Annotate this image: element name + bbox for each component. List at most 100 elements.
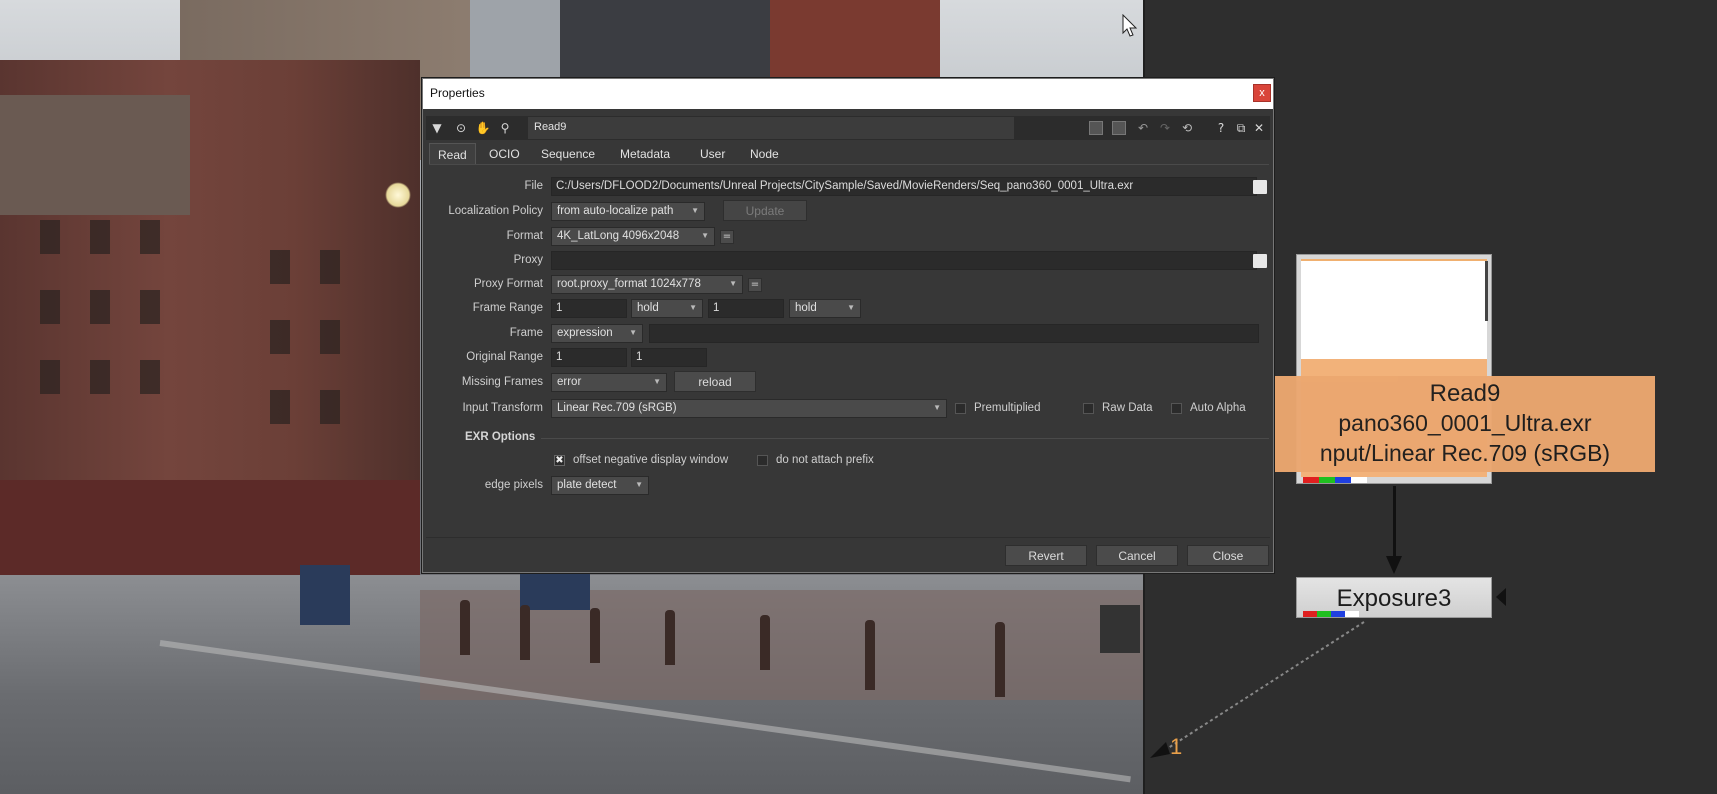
close-panel-icon[interactable]: ✕ bbox=[1250, 118, 1268, 138]
node-connection-edge[interactable] bbox=[1393, 486, 1396, 564]
tab-read[interactable]: Read bbox=[429, 143, 476, 165]
proxy-format-dropdown[interactable]: root.proxy_format 1024x778 ▼ bbox=[551, 275, 743, 294]
center-icon[interactable]: ⊙ bbox=[452, 118, 470, 138]
dropdown-arrow-icon: ▼ bbox=[635, 480, 643, 489]
exposure-node[interactable]: Exposure3 bbox=[1296, 577, 1492, 618]
frame-mode-value: expression bbox=[557, 327, 613, 339]
dropdown-arrow-icon: ▼ bbox=[729, 279, 737, 288]
update-button[interactable]: Update bbox=[723, 200, 807, 221]
viewer-image-building bbox=[470, 0, 570, 90]
invert-toggle-icon[interactable] bbox=[1112, 121, 1126, 135]
offset-negative-label: offset negative display window bbox=[573, 454, 729, 466]
dialog-titlebar[interactable]: Properties x bbox=[423, 79, 1273, 109]
offset-negative-checkbox[interactable]: ✖ bbox=[554, 455, 565, 466]
auto-alpha-label: Auto Alpha bbox=[1190, 402, 1246, 414]
frame-range-after-dropdown[interactable]: hold ▼ bbox=[789, 299, 861, 318]
original-range-label: Original Range bbox=[466, 351, 543, 363]
viewer-image-window bbox=[90, 220, 110, 254]
reload-button[interactable]: reload bbox=[674, 371, 756, 392]
tab-sequence[interactable]: Sequence bbox=[533, 143, 603, 165]
viewer-image-building bbox=[0, 480, 420, 590]
viewer-image-window bbox=[270, 250, 290, 284]
dropdown-arrow-icon: ▼ bbox=[689, 303, 697, 312]
input-transform-dropdown[interactable]: Linear Rec.709 (sRGB) ▼ bbox=[551, 399, 947, 418]
nuke-workspace: Read9 pano360_0001_Ultra.exr nput/Linear… bbox=[0, 0, 1717, 794]
viewer-image-bollard bbox=[460, 600, 470, 655]
proxy-label: Proxy bbox=[513, 254, 543, 266]
proxy-format-edit-button[interactable]: = bbox=[748, 278, 762, 292]
dialog-title: Properties bbox=[430, 86, 485, 100]
revert-button[interactable]: Revert bbox=[1005, 545, 1087, 566]
revert-icon[interactable]: ⟲ bbox=[1178, 118, 1196, 138]
localization-policy-value: from auto-localize path bbox=[557, 205, 674, 217]
mask-icon[interactable]: ⚲ bbox=[496, 118, 514, 138]
dialog-close-button[interactable]: x bbox=[1253, 84, 1271, 102]
viewer-image-window bbox=[270, 320, 290, 354]
premultiplied-label: Premultiplied bbox=[974, 402, 1041, 414]
help-icon[interactable]: ? bbox=[1212, 118, 1230, 138]
format-edit-button[interactable]: = bbox=[720, 230, 734, 244]
undo-icon[interactable]: ↶ bbox=[1134, 118, 1152, 138]
viewer-image-window bbox=[40, 360, 60, 394]
missing-frames-value: error bbox=[557, 376, 582, 388]
hand-icon[interactable]: ✋ bbox=[474, 118, 492, 138]
frame-expression-input[interactable] bbox=[649, 324, 1259, 343]
collapse-arrow-icon[interactable]: ▼ bbox=[428, 118, 446, 138]
close-button[interactable]: Close bbox=[1187, 545, 1269, 566]
redo-icon[interactable]: ↷ bbox=[1156, 118, 1174, 138]
auto-alpha-checkbox[interactable] bbox=[1171, 403, 1182, 414]
tab-metadata[interactable]: Metadata bbox=[612, 143, 678, 165]
tab-user[interactable]: User bbox=[692, 143, 733, 165]
dashed-input-edge[interactable] bbox=[1150, 620, 1380, 760]
red-channel-indicator bbox=[1303, 611, 1317, 617]
file-browse-folder-icon[interactable] bbox=[1253, 180, 1267, 194]
proxy-path-input[interactable] bbox=[551, 251, 1257, 270]
viewer-image-window bbox=[40, 220, 60, 254]
cancel-button[interactable]: Cancel bbox=[1096, 545, 1178, 566]
frame-range-before-dropdown[interactable]: hold ▼ bbox=[631, 299, 703, 318]
node-name-field[interactable]: Read9 bbox=[528, 117, 1014, 139]
viewer-image-bollard bbox=[995, 622, 1005, 697]
original-range-start-input[interactable]: 1 bbox=[551, 348, 627, 367]
mask-input-arrow-icon[interactable] bbox=[1496, 588, 1506, 606]
edge-pixels-dropdown[interactable]: plate detect ▼ bbox=[551, 476, 649, 495]
section-divider bbox=[541, 438, 1269, 439]
file-path-input[interactable]: C:/Users/DFLOOD2/Documents/Unreal Projec… bbox=[551, 177, 1257, 196]
proxy-browse-folder-icon[interactable] bbox=[1253, 254, 1267, 268]
viewer-image-trash-bin bbox=[300, 565, 350, 625]
proxy-format-label: Proxy Format bbox=[473, 278, 543, 290]
blue-channel-indicator bbox=[1335, 477, 1351, 483]
viewer-image-window bbox=[90, 360, 110, 394]
viewer-image-window bbox=[320, 390, 340, 424]
read-node-file: pano360_0001_Ultra.exr bbox=[1338, 410, 1592, 436]
viewer-image-bollard bbox=[865, 620, 875, 690]
viewer-image-window bbox=[320, 320, 340, 354]
float-icon[interactable]: ⧉ bbox=[1232, 118, 1250, 138]
tab-node[interactable]: Node bbox=[742, 143, 787, 165]
viewer-image-bollard bbox=[520, 605, 530, 660]
frame-mode-dropdown[interactable]: expression ▼ bbox=[551, 324, 643, 343]
blue-channel-indicator bbox=[1331, 611, 1345, 617]
dropdown-arrow-icon: ▼ bbox=[701, 231, 709, 240]
raw-data-checkbox[interactable] bbox=[1083, 403, 1094, 414]
frame-range-end-input[interactable]: 1 bbox=[708, 299, 784, 318]
original-range-end-input[interactable]: 1 bbox=[631, 348, 707, 367]
viewer-image-window bbox=[320, 250, 340, 284]
viewer-image-window bbox=[270, 390, 290, 424]
format-dropdown[interactable]: 4K_LatLong 4096x2048 ▼ bbox=[551, 227, 715, 246]
read-node-label[interactable]: Read9 pano360_0001_Ultra.exr nput/Linear… bbox=[1275, 376, 1655, 472]
node-toolbar: ▼ ⊙ ✋ ⚲ Read9 ↶ ↷ ⟲ ? ⧉ ✕ bbox=[426, 116, 1270, 140]
do-not-attach-prefix-checkbox[interactable] bbox=[757, 455, 768, 466]
tab-divider bbox=[429, 164, 1269, 165]
premultiplied-checkbox[interactable] bbox=[955, 403, 966, 414]
missing-frames-dropdown[interactable]: error ▼ bbox=[551, 373, 667, 392]
proxy-format-value: root.proxy_format 1024x778 bbox=[557, 278, 701, 290]
display-toggle-icon[interactable] bbox=[1089, 121, 1103, 135]
format-label: Format bbox=[506, 230, 543, 242]
tab-ocio[interactable]: OCIO bbox=[481, 143, 528, 165]
edge-pixels-label: edge pixels bbox=[484, 479, 543, 491]
frame-range-start-input[interactable]: 1 bbox=[551, 299, 627, 318]
localization-policy-dropdown[interactable]: from auto-localize path ▼ bbox=[551, 202, 705, 221]
edge-pixels-value: plate detect bbox=[557, 479, 617, 491]
properties-dialog[interactable]: Properties x ▼ ⊙ ✋ ⚲ Read9 ↶ ↷ ⟲ ? ⧉ ✕ R… bbox=[422, 78, 1274, 573]
